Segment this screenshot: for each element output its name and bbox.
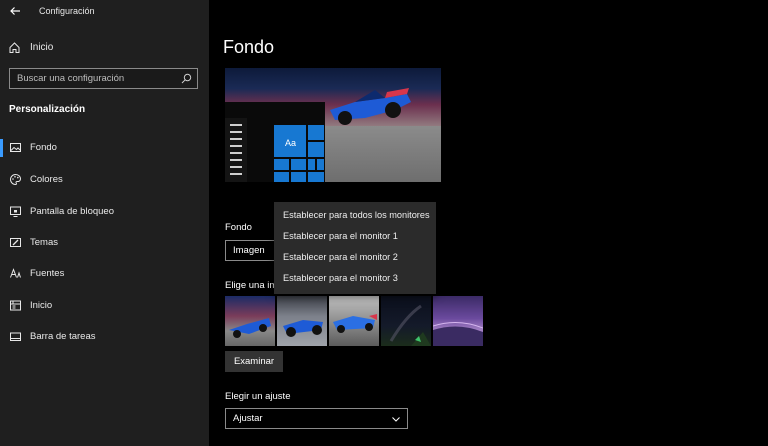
fit-label: Elegir un ajuste xyxy=(225,391,291,402)
sidebar-item-barra-de-tareas[interactable]: Barra de tareas xyxy=(0,326,209,348)
taskbar-icon xyxy=(10,332,21,341)
back-arrow-icon[interactable] xyxy=(8,4,22,18)
sidebar-item-temas[interactable]: Temas xyxy=(0,232,209,254)
choose-image-label: Elige una imagen xyxy=(225,280,275,291)
image-thumbnails xyxy=(225,296,487,346)
search-box[interactable] xyxy=(9,68,198,89)
thumbnail-5[interactable] xyxy=(433,296,483,346)
thumbnail-4[interactable] xyxy=(381,296,431,346)
menu-item-monitor-1[interactable]: Establecer para el monitor 1 xyxy=(274,227,436,247)
sidebar-item-label: Temas xyxy=(30,237,58,248)
start-icon xyxy=(10,300,21,311)
sidebar-item-label: Fuentes xyxy=(30,268,65,279)
background-label: Fondo xyxy=(225,222,252,233)
desktop-preview: Aa xyxy=(225,68,441,182)
sidebar-item-fuentes[interactable]: Fuentes xyxy=(0,263,209,285)
fit-dropdown[interactable]: Ajustar xyxy=(225,408,408,429)
background-dropdown-value: Imagen xyxy=(233,245,265,256)
sidebar-item-label: Colores xyxy=(30,174,63,185)
home-label: Inicio xyxy=(30,42,54,53)
home-nav-item[interactable]: Inicio xyxy=(0,38,209,58)
search-icon[interactable] xyxy=(181,73,192,84)
sidebar-item-colores[interactable]: Colores xyxy=(0,169,209,191)
sidebar: Configuración Inicio Personalización Fon… xyxy=(0,0,209,446)
browse-button[interactable]: Examinar xyxy=(225,351,283,372)
sidebar-item-label: Inicio xyxy=(30,300,53,311)
image-icon xyxy=(10,143,21,152)
menu-item-label: Establecer para el monitor 3 xyxy=(283,273,398,283)
thumbnail-1[interactable] xyxy=(225,296,275,346)
brush-icon xyxy=(10,238,21,247)
fit-dropdown-value: Ajustar xyxy=(233,413,263,424)
sidebar-item-pantalla-de-bloqueo[interactable]: Pantalla de bloqueo xyxy=(0,201,209,223)
palette-icon xyxy=(10,173,22,186)
menu-item-label: Establecer para el monitor 1 xyxy=(283,231,398,241)
menu-item-monitor-2[interactable]: Establecer para el monitor 2 xyxy=(274,248,436,268)
font-icon xyxy=(10,268,21,278)
thumbnail-2[interactable] xyxy=(277,296,327,346)
sidebar-item-label: Barra de tareas xyxy=(30,331,96,342)
sidebar-item-inicio[interactable]: Inicio xyxy=(0,295,209,317)
section-title: Personalización xyxy=(9,104,86,115)
race-car-image xyxy=(330,88,411,125)
page-title: Fondo xyxy=(223,37,275,57)
app-title: Configuración xyxy=(39,6,95,16)
preview-tiles xyxy=(274,125,324,182)
preview-floor xyxy=(325,126,441,182)
preview-start-menu xyxy=(225,118,247,182)
sidebar-item-fondo[interactable]: Fondo xyxy=(0,137,209,159)
thumbnail-3[interactable] xyxy=(329,296,379,346)
lock-screen-icon xyxy=(10,206,21,217)
home-icon xyxy=(9,42,20,53)
context-menu: Establecer para todos los monitores Esta… xyxy=(274,202,436,294)
menu-item-monitor-3[interactable]: Establecer para el monitor 3 xyxy=(274,269,436,289)
title-bar: Configuración xyxy=(0,0,209,24)
sidebar-item-label: Fondo xyxy=(30,142,57,153)
sidebar-item-label: Pantalla de bloqueo xyxy=(30,206,114,217)
search-input[interactable] xyxy=(10,69,175,88)
menu-item-label: Establecer para todos los monitores xyxy=(283,210,430,220)
preview-tile-label: Aa xyxy=(285,138,297,148)
menu-item-all-monitors[interactable]: Establecer para todos los monitores xyxy=(274,206,436,226)
menu-item-label: Establecer para el monitor 2 xyxy=(283,252,398,262)
chevron-down-icon xyxy=(392,417,400,422)
